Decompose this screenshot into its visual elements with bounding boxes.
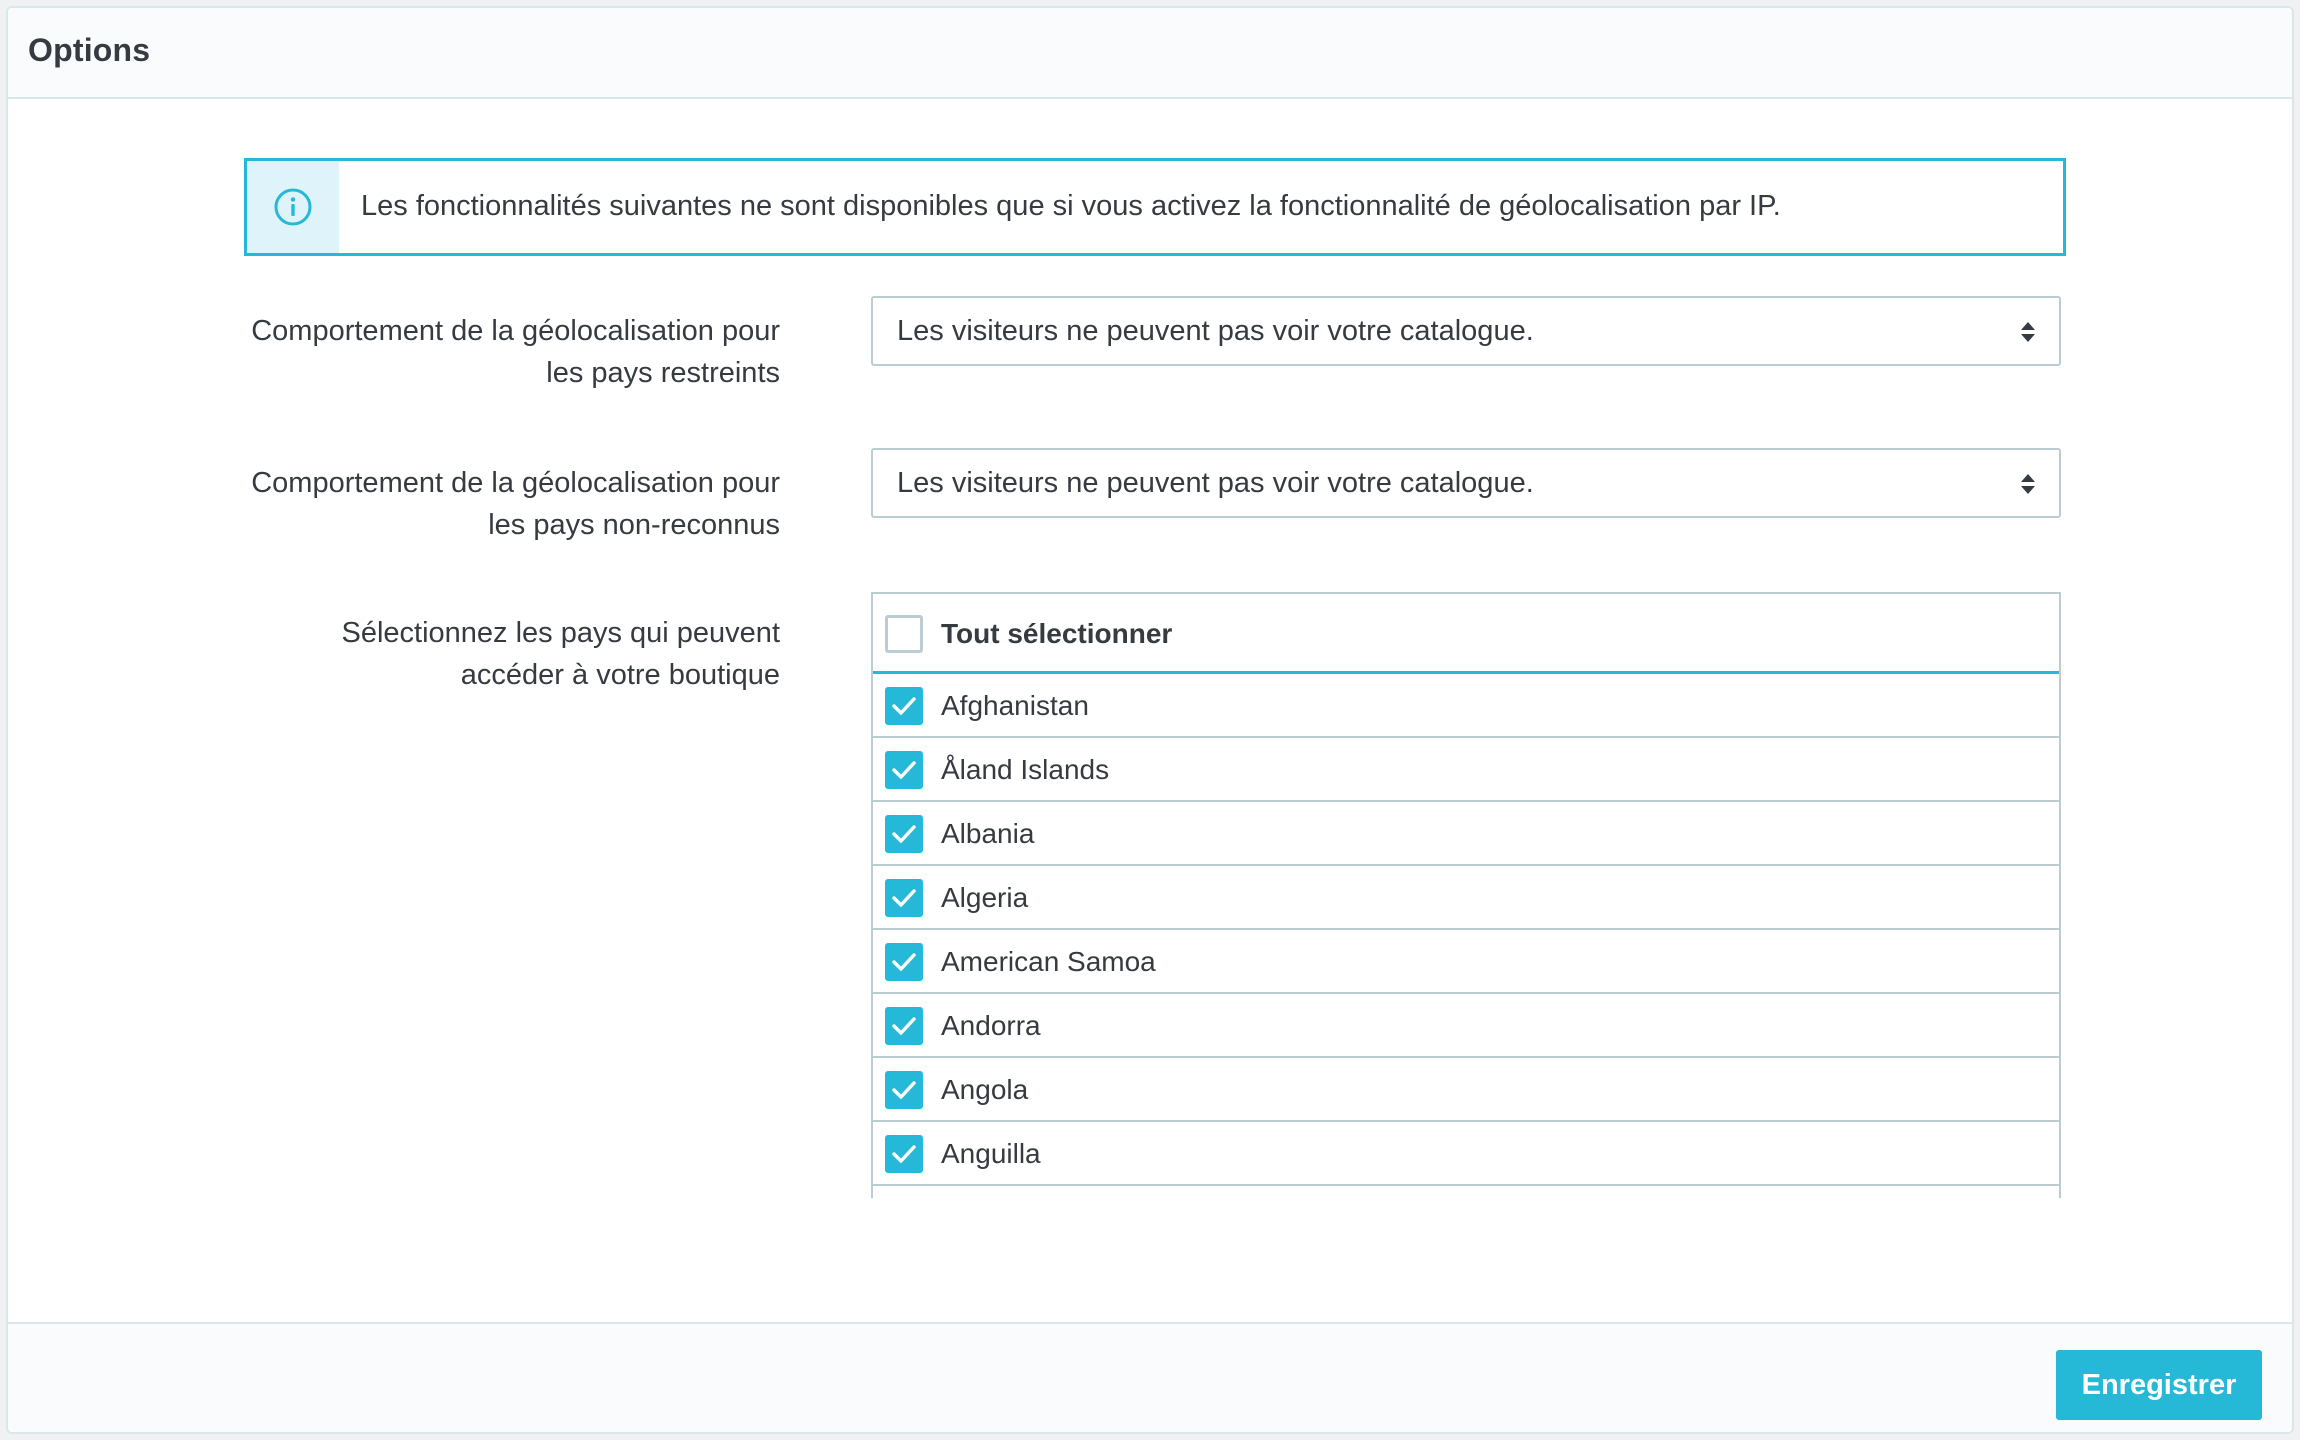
countries-label-line1: Sélectionnez les pays qui peuvent bbox=[341, 617, 780, 649]
restricted-behavior-label: Comportement de la géolocalisation pour … bbox=[180, 310, 780, 394]
select-all-label: Tout sélectionner bbox=[941, 618, 1173, 649]
country-row[interactable]: Afghanistan bbox=[873, 674, 2059, 738]
country-label: Albania bbox=[941, 818, 1035, 849]
country-checkbox[interactable] bbox=[885, 815, 923, 853]
country-row[interactable]: American Samoa bbox=[873, 930, 2059, 994]
country-checkbox[interactable] bbox=[885, 1007, 923, 1045]
country-label: Anguilla bbox=[941, 1138, 1041, 1169]
country-checkbox[interactable] bbox=[885, 943, 923, 981]
restricted-behavior-select[interactable]: Les visiteurs ne peuvent pas voir votre … bbox=[871, 296, 2061, 366]
panel-header: Options bbox=[8, 8, 2292, 99]
save-button[interactable]: Enregistrer bbox=[2056, 1350, 2262, 1420]
checkmark-icon bbox=[892, 1145, 916, 1163]
country-checkbox[interactable] bbox=[885, 879, 923, 917]
checkmark-icon bbox=[892, 697, 916, 715]
unrecognized-behavior-label-line1: Comportement de la géolocalisation pour bbox=[251, 467, 780, 499]
country-checkbox[interactable] bbox=[885, 1135, 923, 1173]
country-row[interactable]: Andorra bbox=[873, 994, 2059, 1058]
info-alert: Les fonctionnalités suivantes ne sont di… bbox=[244, 158, 2066, 256]
country-checkbox[interactable] bbox=[885, 687, 923, 725]
sort-arrows-icon bbox=[2021, 474, 2035, 494]
country-label: Afghanistan bbox=[941, 690, 1089, 721]
panel-title: Options bbox=[28, 32, 151, 68]
country-label: Algeria bbox=[941, 882, 1029, 913]
select-all-row[interactable]: Tout sélectionner bbox=[873, 594, 2059, 674]
country-row[interactable]: Albania bbox=[873, 802, 2059, 866]
sort-arrows-icon bbox=[2021, 322, 2035, 342]
country-checkbox[interactable] bbox=[885, 1071, 923, 1109]
country-label: Andorra bbox=[941, 1010, 1041, 1041]
country-label: Angola bbox=[941, 1074, 1029, 1105]
unrecognized-behavior-label: Comportement de la géolocalisation pour … bbox=[180, 462, 780, 546]
country-row[interactable]: Anguilla bbox=[873, 1122, 2059, 1186]
country-checkbox-list[interactable]: Tout sélectionner Afghanistan Åland Islan… bbox=[871, 592, 2061, 1198]
restricted-behavior-label-line1: Comportement de la géolocalisation pour bbox=[251, 315, 780, 347]
checkmark-icon bbox=[892, 825, 916, 843]
checkmark-icon bbox=[892, 889, 916, 907]
alert-icon-box bbox=[247, 161, 339, 253]
unrecognized-behavior-select-value: Les visiteurs ne peuvent pas voir votre … bbox=[897, 467, 1534, 499]
checkmark-icon bbox=[892, 761, 916, 779]
select-all-checkbox[interactable] bbox=[885, 615, 923, 653]
country-checkbox[interactable] bbox=[885, 751, 923, 789]
countries-label-line2: accéder à votre boutique bbox=[460, 659, 780, 691]
countries-label: Sélectionnez les pays qui peuvent accéde… bbox=[180, 612, 780, 696]
checkmark-icon bbox=[892, 1017, 916, 1035]
checkmark-icon bbox=[892, 953, 916, 971]
restricted-behavior-select-value: Les visiteurs ne peuvent pas voir votre … bbox=[897, 315, 1534, 347]
country-row[interactable]: Åland Islands bbox=[873, 738, 2059, 802]
alert-text: Les fonctionnalités suivantes ne sont di… bbox=[361, 190, 1781, 222]
country-label: Åland Islands bbox=[941, 754, 1110, 785]
country-row[interactable]: Angola bbox=[873, 1058, 2059, 1122]
checkmark-icon bbox=[892, 1081, 916, 1099]
panel-footer: Enregistrer bbox=[8, 1322, 2292, 1432]
country-rows: Afghanistan Åland Islands Albania Algeria Am… bbox=[873, 674, 2059, 1186]
country-label: American Samoa bbox=[941, 946, 1156, 977]
unrecognized-behavior-select[interactable]: Les visiteurs ne peuvent pas voir votre … bbox=[871, 448, 2061, 518]
options-panel: Options Les fonctionnalités suivantes ne… bbox=[6, 6, 2294, 1434]
country-row[interactable]: Algeria bbox=[873, 866, 2059, 930]
restricted-behavior-label-line2: les pays restreints bbox=[546, 357, 780, 389]
unrecognized-behavior-label-line2: les pays non-reconnus bbox=[488, 509, 780, 541]
info-circle-icon bbox=[274, 188, 312, 226]
